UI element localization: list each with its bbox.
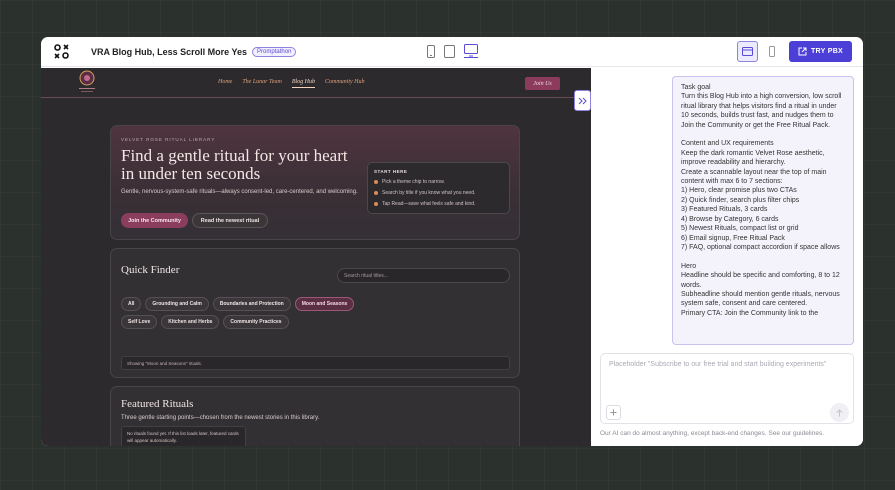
join-us-button[interactable]: Join Us [525,77,560,90]
send-button[interactable] [830,403,849,422]
hero-subtitle: Gentle, nervous-system-safe rituals—alwa… [121,189,358,195]
chip-self-love[interactable]: Self Love [121,315,158,329]
bullet-dot-icon [374,202,378,206]
external-link-icon [798,47,807,56]
layout-toggle [737,41,782,62]
start-step: Search by title if you know what you nee… [374,190,475,196]
site-nav-links: Home The Lunar Team Blog Hub Community H… [218,79,364,88]
hero-title: Find a gentle ritual for your heart in u… [121,146,348,183]
start-step: Tap Read—save what feels safe and kind. [374,201,475,207]
featured-rituals-section: Featured Rituals Three gentle starting p… [110,386,520,446]
hero-section: VELVET ROSE RITUAL LIBRARY Find a gentle… [110,125,520,240]
read-newest-button[interactable]: Read the newest ritual [192,213,268,228]
hero-eyebrow: VELVET ROSE RITUAL LIBRARY [121,137,216,142]
chip-all[interactable]: All [121,297,142,311]
device-switcher [427,44,478,58]
double-chevron-right-icon [578,97,587,104]
chat-composer[interactable]: Placeholder "Subscribe to our free trial… [600,353,854,424]
bullet-dot-icon [374,191,378,195]
app-logo-icon[interactable] [53,44,69,60]
filter-chips: All Grounding and Calm Boundaries and Pr… [121,297,381,329]
desktop-view-icon[interactable] [464,44,478,58]
tablet-view-icon[interactable] [444,44,455,58]
chip-grounding[interactable]: Grounding and Calm [145,297,209,311]
featured-subtitle: Three gentle starting points—chosen from… [121,415,320,421]
featured-title: Featured Rituals [121,398,194,410]
quick-finder-title: Quick Finder [121,264,180,276]
try-pbx-button[interactable]: TRY PBX [789,41,852,62]
start-here-title: START HERE [374,169,408,174]
featured-empty-message: No rituals found yet. If this list loads… [121,426,246,446]
app-window: VRA Blog Hub, Less Scroll More Yes Promp… [41,37,863,446]
prompt-message: Task goal Turn this Blog Hub into a high… [672,76,854,345]
nav-lunar-team[interactable]: The Lunar Team [242,79,281,88]
start-step-text: Search by title if you know what you nee… [382,190,476,196]
arrow-up-icon [836,408,843,416]
add-attachment-button[interactable] [606,405,621,420]
bullet-dot-icon [374,180,378,184]
composer-placeholder: Placeholder "Subscribe to our free trial… [609,361,827,368]
split-layout-icon[interactable] [761,41,782,62]
chip-boundaries[interactable]: Boundaries and Protection [212,297,291,311]
nav-home[interactable]: Home [218,79,232,88]
chat-panel: Task goal Turn this Blog Hub into a high… [591,68,863,446]
quick-finder-section: Quick Finder Search ritual titles... All… [110,248,520,378]
site-navbar: Home The Lunar Team Blog Hub Community H… [41,68,591,98]
start-step-text: Pick a theme chip to narrow. [382,179,445,185]
join-community-button[interactable]: Join the Community [121,213,188,228]
try-pbx-label: TRY PBX [810,48,844,55]
nav-community-hub[interactable]: Community Hub [325,79,365,88]
start-step: Pick a theme chip to narrow. [374,179,445,185]
collapse-panel-button[interactable] [574,90,591,111]
ritual-search-input[interactable]: Search ritual titles... [337,268,510,283]
project-title: VRA Blog Hub, Less Scroll More Yes [91,46,248,57]
start-here-box: START HERE Pick a theme chip to narrow. … [367,162,510,214]
top-bar: VRA Blog Hub, Less Scroll More Yes Promp… [41,37,863,67]
nav-blog-hub[interactable]: Blog Hub [291,79,315,88]
chip-community[interactable]: Community Practices [223,315,289,329]
chip-kitchen-herbs[interactable]: Kitchen and Herbs [161,315,220,329]
ai-disclaimer: Our AI can do almost anything, except ba… [600,430,825,437]
preview-layout-icon[interactable] [737,41,758,62]
site-preview: Home The Lunar Team Blog Hub Community H… [41,68,591,446]
chip-moon-seasons[interactable]: Moon and Seasons [294,297,355,311]
promptathon-badge: Promptathon [252,46,297,57]
plus-icon [610,409,617,416]
velvet-rose-logo-icon[interactable] [78,69,96,95]
filter-status: Showing "Moon and Seasons" rituals. [121,356,510,370]
start-step-text: Tap Read—save what feels safe and kind. [382,201,476,207]
mobile-view-icon[interactable] [427,44,435,58]
